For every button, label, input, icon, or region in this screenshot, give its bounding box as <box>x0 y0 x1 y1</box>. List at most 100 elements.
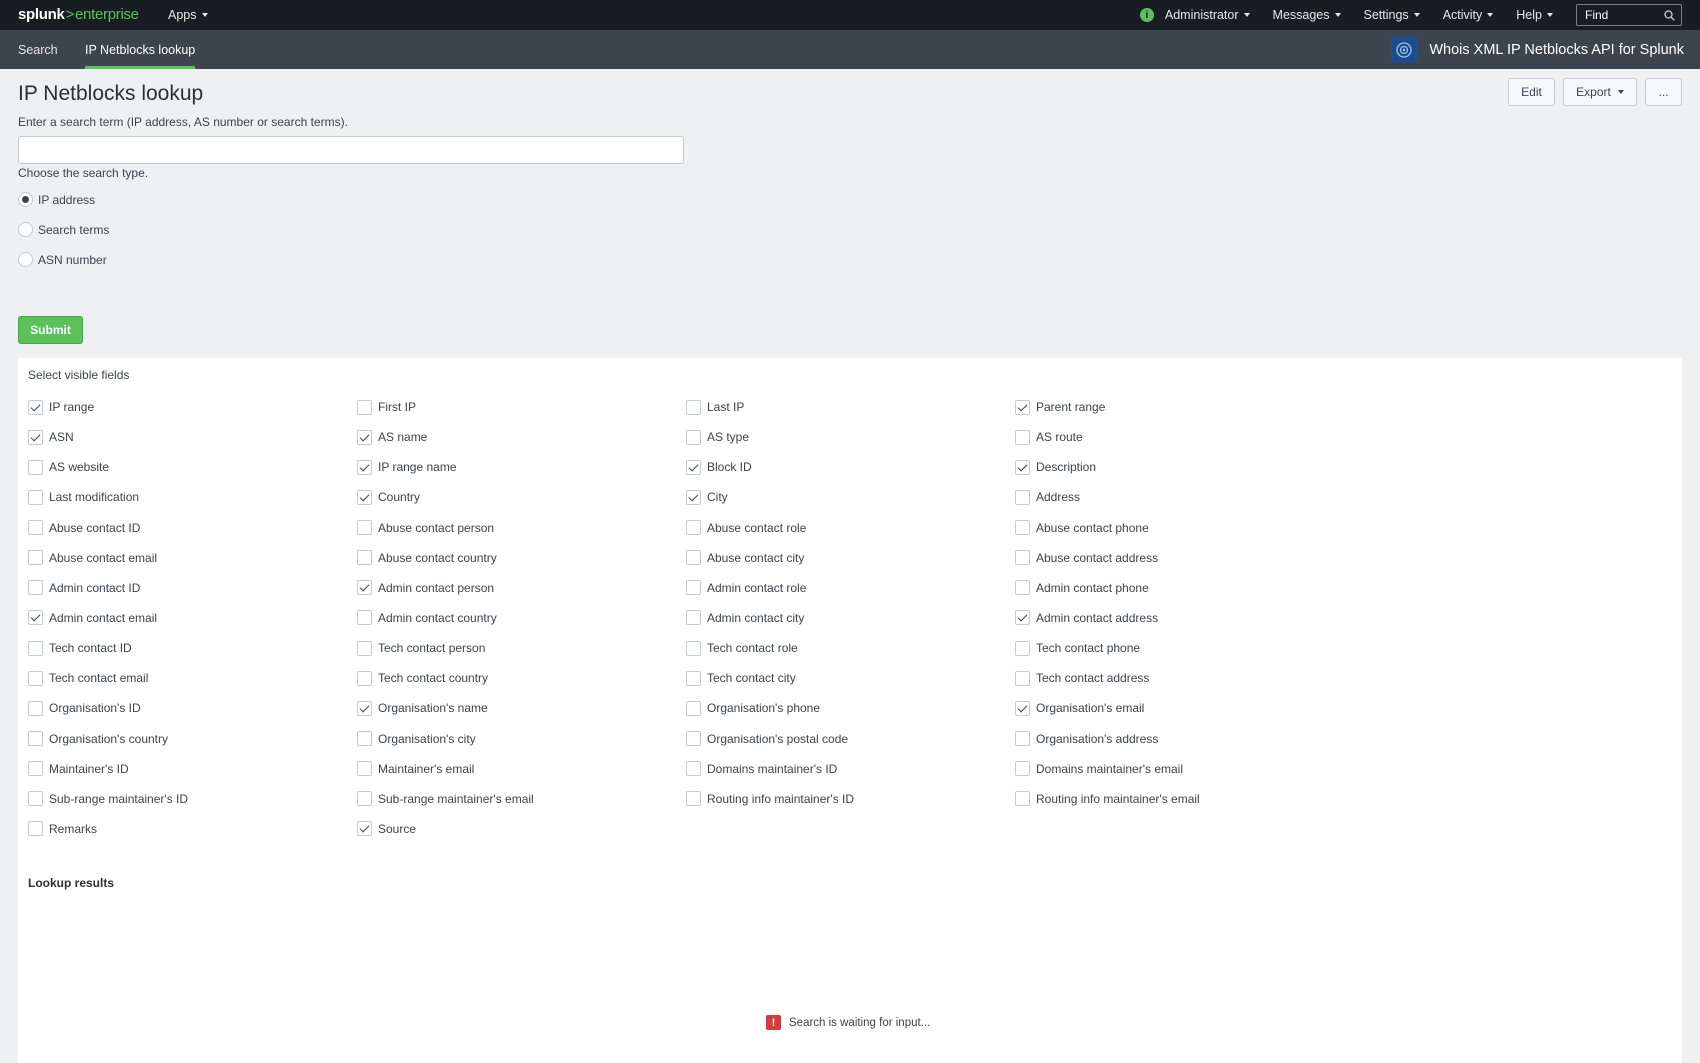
field-checkbox-item[interactable]: Admin contact country <box>357 603 686 633</box>
checkbox[interactable] <box>686 791 701 807</box>
field-checkbox-item[interactable]: AS website <box>28 452 357 482</box>
checkbox[interactable] <box>357 731 372 747</box>
administrator-menu[interactable]: Administrator <box>1165 8 1250 22</box>
checkbox[interactable] <box>357 489 372 505</box>
checkbox[interactable] <box>1015 399 1030 415</box>
checkbox[interactable] <box>1015 640 1030 656</box>
checkbox[interactable] <box>357 761 372 777</box>
checkbox[interactable] <box>28 580 43 596</box>
field-checkbox-item[interactable]: Tech contact role <box>686 633 1015 663</box>
checkbox[interactable] <box>28 399 43 415</box>
apps-menu[interactable]: Apps <box>168 8 208 22</box>
checkbox[interactable] <box>686 640 701 656</box>
checkbox[interactable] <box>1015 550 1030 566</box>
radio-button[interactable] <box>18 252 33 267</box>
field-checkbox-item[interactable]: Domains maintainer's email <box>1015 754 1344 784</box>
checkbox[interactable] <box>686 399 701 415</box>
checkbox[interactable] <box>357 610 372 626</box>
checkbox[interactable] <box>28 429 43 445</box>
field-checkbox-item[interactable]: Admin contact city <box>686 603 1015 633</box>
search-term-input[interactable] <box>18 136 684 164</box>
field-checkbox-item[interactable]: Tech contact ID <box>28 633 357 663</box>
checkbox[interactable] <box>357 459 372 475</box>
checkbox[interactable] <box>1015 610 1030 626</box>
checkbox[interactable] <box>357 640 372 656</box>
field-checkbox-item[interactable]: Routing info maintainer's ID <box>686 784 1015 814</box>
checkbox[interactable] <box>1015 761 1030 777</box>
field-checkbox-item[interactable]: Description <box>1015 452 1344 482</box>
field-checkbox-item[interactable]: Organisation's ID <box>28 693 357 723</box>
tab-search[interactable]: Search <box>18 30 58 69</box>
checkbox[interactable] <box>686 731 701 747</box>
checkbox[interactable] <box>357 821 372 837</box>
field-checkbox-item[interactable]: Organisation's country <box>28 724 357 754</box>
field-checkbox-item[interactable]: Country <box>357 482 686 512</box>
field-checkbox-item[interactable]: Organisation's email <box>1015 693 1344 723</box>
field-checkbox-item[interactable]: Source <box>357 814 686 844</box>
field-checkbox-item[interactable]: Abuse contact address <box>1015 543 1344 573</box>
checkbox[interactable] <box>1015 489 1030 505</box>
radio-asn-number[interactable]: ASN number <box>18 252 107 267</box>
checkbox[interactable] <box>686 459 701 475</box>
checkbox[interactable] <box>357 550 372 566</box>
checkbox[interactable] <box>28 761 43 777</box>
checkbox[interactable] <box>28 459 43 475</box>
field-checkbox-item[interactable]: AS type <box>686 422 1015 452</box>
radio-ip-address[interactable]: IP address <box>18 192 95 207</box>
field-checkbox-item[interactable]: Tech contact email <box>28 663 357 693</box>
field-checkbox-item[interactable]: Domains maintainer's ID <box>686 754 1015 784</box>
field-checkbox-item[interactable]: Address <box>1015 482 1344 512</box>
more-actions-button[interactable]: ... <box>1645 78 1682 106</box>
field-checkbox-item[interactable]: Admin contact role <box>686 573 1015 603</box>
field-checkbox-item[interactable]: Admin contact phone <box>1015 573 1344 603</box>
checkbox[interactable] <box>28 791 43 807</box>
checkbox[interactable] <box>1015 731 1030 747</box>
checkbox[interactable] <box>686 761 701 777</box>
checkbox[interactable] <box>1015 520 1030 536</box>
field-checkbox-item[interactable]: Remarks <box>28 814 357 844</box>
checkbox[interactable] <box>686 550 701 566</box>
field-checkbox-item[interactable]: Abuse contact email <box>28 543 357 573</box>
field-checkbox-item[interactable]: Tech contact person <box>357 633 686 663</box>
export-button[interactable]: Export <box>1563 78 1637 106</box>
field-checkbox-item[interactable]: Tech contact country <box>357 663 686 693</box>
checkbox[interactable] <box>357 700 372 716</box>
checkbox[interactable] <box>686 700 701 716</box>
field-checkbox-item[interactable]: Maintainer's ID <box>28 754 357 784</box>
checkbox[interactable] <box>686 429 701 445</box>
checkbox[interactable] <box>1015 791 1030 807</box>
checkbox[interactable] <box>28 610 43 626</box>
settings-menu[interactable]: Settings <box>1364 8 1420 22</box>
checkbox[interactable] <box>357 399 372 415</box>
field-checkbox-item[interactable]: Last IP <box>686 392 1015 422</box>
app-title[interactable]: Whois XML IP Netblocks API for Splunk <box>1391 30 1684 69</box>
field-checkbox-item[interactable]: Abuse contact role <box>686 513 1015 543</box>
field-checkbox-item[interactable]: Abuse contact person <box>357 513 686 543</box>
health-status-icon[interactable]: i <box>1139 8 1154 22</box>
field-checkbox-item[interactable]: First IP <box>357 392 686 422</box>
field-checkbox-item[interactable]: Organisation's postal code <box>686 724 1015 754</box>
submit-button[interactable]: Submit <box>18 316 83 344</box>
checkbox[interactable] <box>686 610 701 626</box>
field-checkbox-item[interactable]: City <box>686 482 1015 512</box>
field-checkbox-item[interactable]: Parent range <box>1015 392 1344 422</box>
field-checkbox-item[interactable]: ASN <box>28 422 357 452</box>
field-checkbox-item[interactable]: Tech contact address <box>1015 663 1344 693</box>
splunk-logo[interactable]: splunk > enterprise <box>18 6 139 23</box>
checkbox[interactable] <box>357 520 372 536</box>
checkbox[interactable] <box>28 489 43 505</box>
checkbox[interactable] <box>1015 670 1030 686</box>
radio-button[interactable] <box>18 222 33 237</box>
checkbox[interactable] <box>357 791 372 807</box>
field-checkbox-item[interactable]: Organisation's name <box>357 693 686 723</box>
checkbox[interactable] <box>28 640 43 656</box>
field-checkbox-item[interactable]: Admin contact address <box>1015 603 1344 633</box>
checkbox[interactable] <box>686 489 701 505</box>
field-checkbox-item[interactable]: Tech contact phone <box>1015 633 1344 663</box>
checkbox[interactable] <box>686 520 701 536</box>
radio-search-terms[interactable]: Search terms <box>18 222 109 237</box>
checkbox[interactable] <box>1015 429 1030 445</box>
field-checkbox-item[interactable]: AS name <box>357 422 686 452</box>
checkbox[interactable] <box>1015 700 1030 716</box>
radio-button[interactable] <box>18 192 33 207</box>
